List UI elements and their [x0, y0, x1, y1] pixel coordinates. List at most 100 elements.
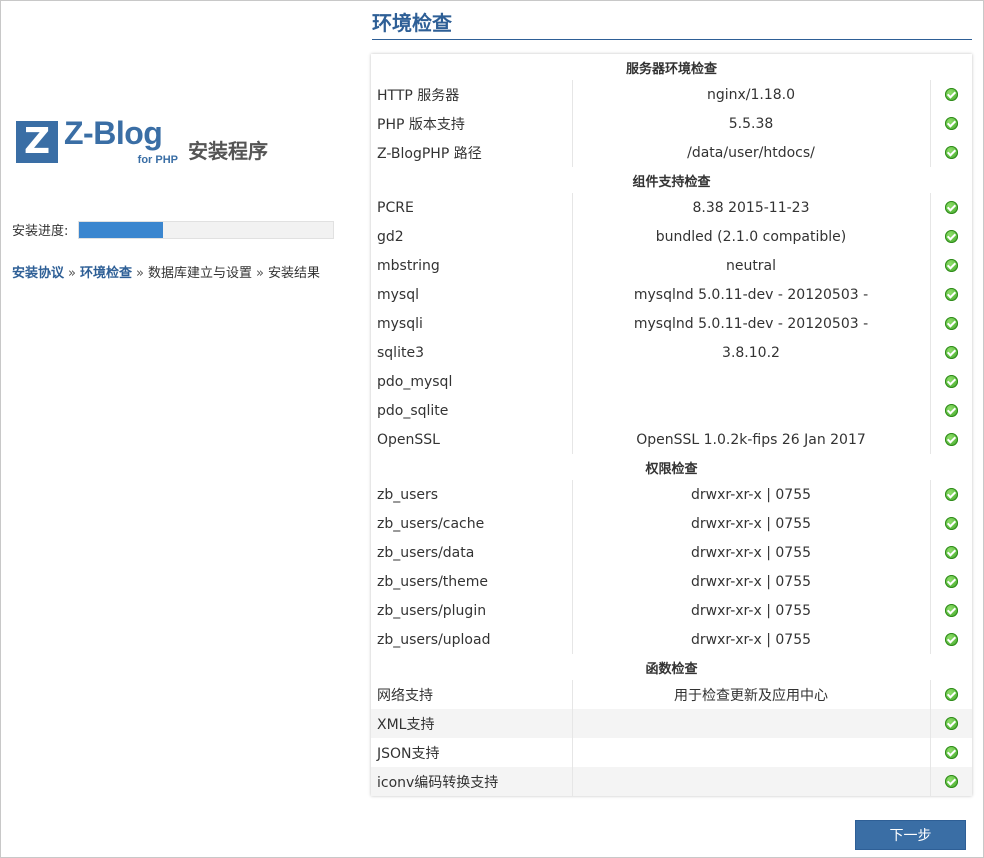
check-value: 5.5.38	[572, 109, 931, 138]
check-circle-icon	[944, 117, 958, 130]
check-row: 网络支持 用于检查更新及应用中心	[371, 680, 973, 709]
check-status	[930, 338, 973, 367]
check-circle-icon	[944, 88, 958, 101]
check-name: zb_users/plugin	[371, 596, 573, 625]
check-row: pdo_sqlite	[371, 396, 973, 425]
check-name: sqlite3	[371, 338, 573, 367]
check-value	[572, 396, 931, 425]
logo-wordmark: Z-Blog for PHP	[64, 115, 184, 166]
check-value	[572, 767, 931, 796]
logo-mark: Z	[16, 121, 58, 163]
check-value: neutral	[572, 251, 931, 280]
check-name: zb_users	[371, 480, 573, 509]
step-2: 环境检查	[79, 266, 132, 281]
check-status	[930, 480, 972, 509]
check-status	[930, 309, 972, 338]
check-value: drwxr-xr-x | 0755	[572, 480, 931, 509]
check-circle-icon	[944, 488, 958, 501]
check-status	[930, 509, 973, 538]
check-circle-icon	[944, 375, 958, 388]
environment-check-table: 服务器环境检查 HTTP 服务器 nginx/1.18.0 PHP 版本支持 5.5.3…	[371, 54, 973, 796]
check-value: 3.8.10.2	[572, 338, 931, 367]
check-circle-icon	[944, 688, 958, 701]
check-status	[930, 396, 973, 425]
section-title: 权限检查	[371, 454, 973, 480]
check-circle-icon	[944, 259, 958, 272]
install-progress: 安装进度:	[12, 220, 335, 239]
check-row: OpenSSL OpenSSL 1.0.2k-fips 26 Jan 2017	[371, 425, 972, 454]
next-step-button[interactable]: 下一步	[855, 820, 966, 850]
check-circle-icon	[944, 546, 958, 559]
check-row: mbstring neutral	[371, 251, 972, 280]
page-title: 环境检查	[372, 7, 972, 40]
check-circle-icon	[944, 717, 958, 730]
check-status	[930, 138, 972, 167]
check-value: nginx/1.18.0	[572, 80, 931, 109]
check-name: Z-BlogPHP 路径	[371, 138, 573, 167]
check-row: zb_users/theme drwxr-xr-x | 0755	[371, 567, 973, 596]
check-row: zb_users drwxr-xr-x | 0755	[371, 480, 972, 509]
progress-fill	[79, 221, 164, 238]
check-row: pdo_mysql	[371, 367, 972, 396]
check-value: bundled (2.1.0 compatible)	[572, 222, 931, 251]
check-row: zb_users/data drwxr-xr-x | 0755	[371, 538, 972, 567]
logo-sub: for PHP	[137, 154, 178, 166]
check-row: iconv编码转换支持	[371, 767, 973, 796]
check-status	[930, 709, 973, 738]
check-name: iconv编码转换支持	[371, 767, 573, 796]
check-circle-icon	[944, 404, 958, 417]
check-name: pdo_sqlite	[371, 396, 573, 425]
check-name: PHP 版本支持	[371, 109, 573, 138]
check-status	[930, 425, 972, 454]
check-value: mysqlnd 5.0.11-dev - 20120503 -	[572, 280, 931, 309]
section-header: 服务器环境检查	[371, 54, 973, 80]
check-row: HTTP 服务器 nginx/1.18.0	[371, 80, 972, 109]
check-circle-icon	[944, 604, 958, 617]
check-name: XML支持	[371, 709, 573, 738]
check-value: drwxr-xr-x | 0755	[572, 538, 931, 567]
check-value: drwxr-xr-x | 0755	[572, 567, 931, 596]
section-title: 服务器环境检查	[371, 54, 973, 80]
check-value	[572, 738, 931, 767]
progress-bar	[78, 220, 335, 239]
step-1: 安装协议	[12, 266, 65, 281]
check-status	[930, 193, 972, 222]
check-circle-icon	[944, 288, 958, 301]
check-status	[930, 109, 973, 138]
installer-frame: Z Z-Blog for PHP 安装程序 安装进度: 安装协议» 环境检查» 数据…	[0, 0, 984, 858]
check-row: zb_users/cache drwxr-xr-x | 0755	[371, 509, 973, 538]
check-value	[572, 367, 931, 396]
check-row: XML支持	[371, 709, 973, 738]
step-breadcrumb: 安装协议» 环境检查» 数据库建立与设置» 安装结果	[12, 262, 320, 281]
check-status	[930, 680, 973, 709]
section-title: 组件支持检查	[371, 167, 973, 193]
check-value: drwxr-xr-x | 0755	[572, 509, 931, 538]
check-name: HTTP 服务器	[371, 80, 573, 109]
check-row: zb_users/plugin drwxr-xr-x | 0755	[371, 596, 972, 625]
check-status	[930, 222, 973, 251]
check-name: zb_users/data	[371, 538, 573, 567]
check-name: mysqli	[371, 309, 573, 338]
installer-label: 安装程序	[188, 138, 268, 163]
check-circle-icon	[944, 201, 958, 214]
check-circle-icon	[944, 633, 958, 646]
section-header: 组件支持检查	[371, 167, 973, 193]
check-row: mysqli mysqlnd 5.0.11-dev - 20120503 -	[371, 309, 972, 338]
check-value: 8.38 2015-11-23	[572, 193, 931, 222]
check-status	[930, 280, 973, 309]
check-value: drwxr-xr-x | 0755	[572, 625, 931, 654]
check-status	[930, 367, 972, 396]
check-row: JSON支持	[371, 738, 973, 767]
check-status	[930, 738, 973, 767]
check-row: Z-BlogPHP 路径/data/user/htdocs/	[371, 138, 972, 167]
section-header: 权限检查	[371, 454, 973, 480]
check-name: 网络支持	[371, 680, 573, 709]
check-status	[930, 538, 972, 567]
check-circle-icon	[944, 575, 958, 588]
check-row: mysql mysqlnd 5.0.11-dev - 20120503 -	[371, 280, 973, 309]
check-value: /data/user/htdocs/	[572, 138, 931, 167]
logo-brand: Z-Blog	[64, 115, 163, 151]
check-name: PCRE	[371, 193, 573, 222]
check-name: mysql	[371, 280, 573, 309]
check-circle-icon	[944, 317, 958, 330]
